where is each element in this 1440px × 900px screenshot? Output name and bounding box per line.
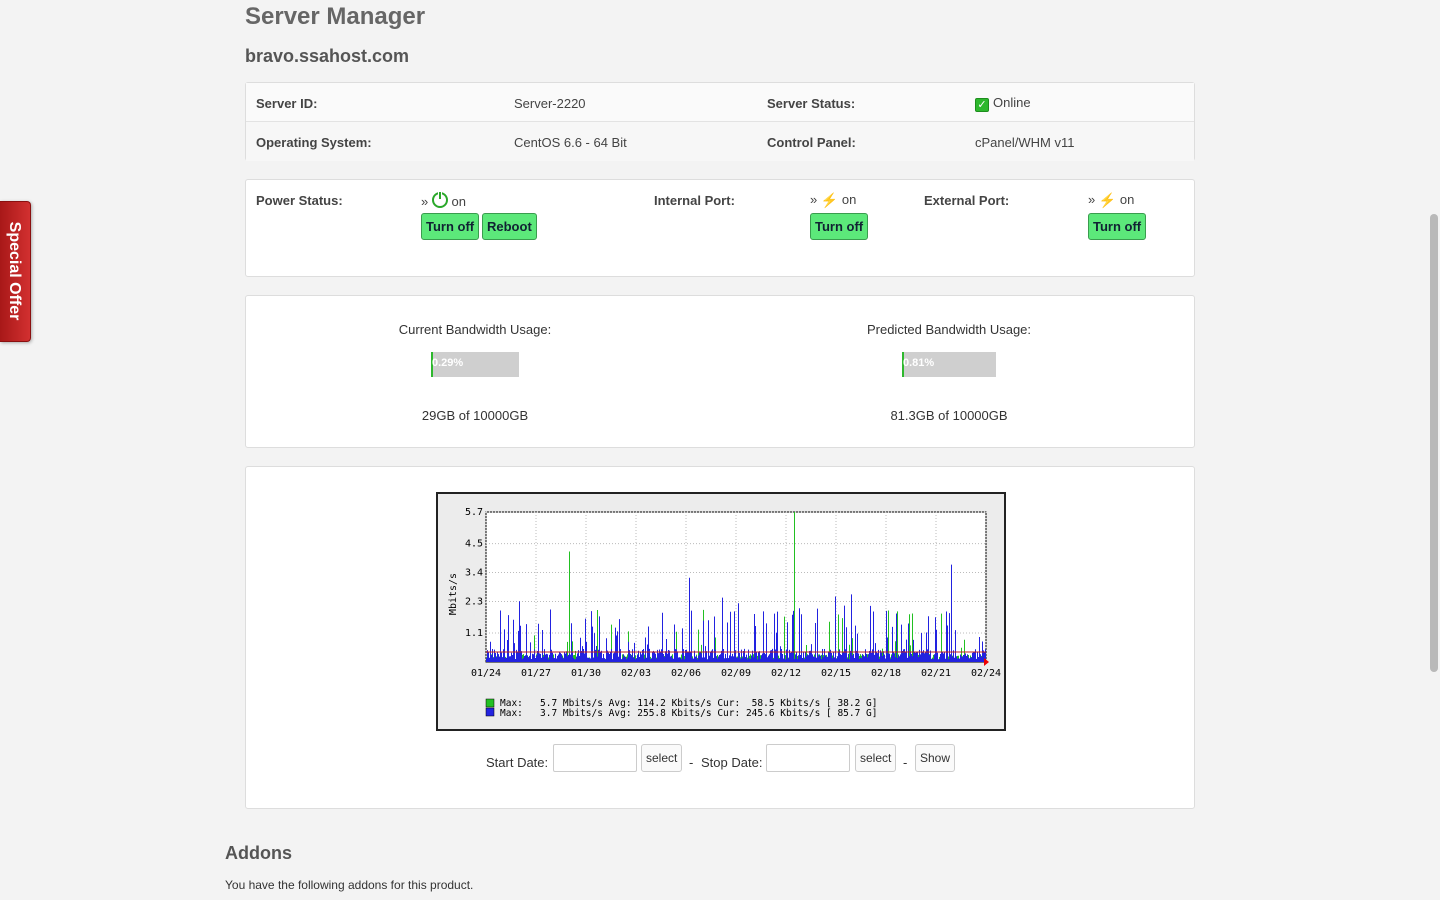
internal-port-label: Internal Port:	[654, 193, 735, 208]
x-tick-label: 02/09	[721, 668, 751, 679]
traffic-chart-svg: 5.7 4.5 3.4 2.3 1.1 01/24 01/27 01/30 02/03 02/06…	[448, 507, 1001, 719]
bullet-marker: »	[1088, 192, 1096, 207]
current-bandwidth-bar: 0.29%	[431, 352, 519, 377]
power-status-label: Power Status:	[256, 193, 343, 208]
bandwidth-panel: Current Bandwidth Usage: 0.29% 29GB of 1…	[245, 295, 1195, 448]
plug-icon: ⚡	[820, 192, 839, 208]
predicted-bandwidth-bar: 0.81%	[902, 352, 996, 377]
power-icon	[431, 191, 448, 208]
stop-date-select-button[interactable]: select	[855, 744, 897, 772]
page-scrollbar[interactable]	[1430, 214, 1438, 672]
traffic-graph: 5.7 4.5 3.4 2.3 1.1 01/24 01/27 01/30 02/03 02/06…	[436, 492, 1006, 731]
start-date-input[interactable]	[553, 744, 637, 772]
y-tick-label: 2.3	[465, 596, 483, 607]
bullet-marker: »	[421, 194, 429, 209]
power-controls-panel: Power Status: » on Turn off Reboot Inter…	[245, 179, 1195, 277]
server-status-label: Server Status:	[767, 96, 856, 111]
special-offer-tab[interactable]: Special Offer	[0, 201, 31, 342]
server-id-value: Server-2220	[514, 96, 586, 111]
start-date-select-button[interactable]: select	[641, 744, 683, 772]
page-title: Server Manager	[245, 3, 426, 30]
legend-swatch-blue	[485, 707, 495, 717]
predicted-bandwidth-percent: 0.81%	[903, 357, 935, 369]
predicted-bandwidth-label: Predicted Bandwidth Usage:	[866, 322, 1032, 337]
legend-swatch-green	[485, 698, 495, 708]
start-date-label: Start Date:	[486, 755, 549, 770]
x-tick-label: 02/03	[621, 668, 651, 679]
legend-entry: Max: 3.7 Mbits/s Avg: 255.8 Kbits/s Cur:…	[500, 708, 878, 719]
x-tick-label: 02/18	[871, 668, 901, 679]
separator: -	[689, 755, 694, 770]
os-label: Operating System:	[256, 135, 372, 150]
power-turn-off-button[interactable]: Turn off	[421, 213, 480, 240]
reboot-button[interactable]: Reboot	[482, 213, 537, 240]
server-status-value: Online	[993, 95, 1031, 110]
current-bandwidth-label: Current Bandwidth Usage:	[398, 322, 552, 337]
y-tick-label: 1.1	[465, 628, 483, 639]
bullet-marker: »	[810, 192, 818, 207]
x-tick-label: 02/24	[971, 668, 1001, 679]
stop-date-label: Stop Date:	[701, 755, 763, 770]
show-graph-button[interactable]: Show	[915, 744, 956, 772]
traffic-graph-panel: 5.7 4.5 3.4 2.3 1.1 01/24 01/27 01/30 02/03 02/06…	[245, 466, 1195, 809]
x-tick-label: 01/30	[571, 668, 601, 679]
server-hostname: bravo.ssahost.com	[245, 46, 410, 66]
addons-description: You have the following addons for this p…	[225, 878, 474, 892]
control-panel-value: cPanel/WHM v11	[975, 135, 1075, 150]
current-bandwidth-percent: 0.29%	[432, 357, 464, 369]
control-panel-label: Control Panel:	[767, 135, 856, 150]
plug-icon: ⚡	[1098, 192, 1117, 208]
os-value: CentOS 6.6 - 64 Bit	[514, 135, 627, 150]
x-tick-label: 01/24	[471, 668, 501, 679]
current-bandwidth-amount: 29GB of 10000GB	[421, 408, 529, 423]
y-tick-label: 4.5	[465, 539, 483, 550]
x-tick-label: 02/06	[671, 668, 701, 679]
y-axis-label: Mbits/s	[448, 573, 459, 615]
server-id-label: Server ID:	[256, 96, 318, 111]
y-tick-label: 3.4	[465, 568, 483, 579]
checkmark-icon: ✓	[975, 98, 989, 112]
stop-date-input[interactable]	[766, 744, 850, 772]
x-tick-label: 02/21	[921, 668, 951, 679]
info-row: Operating System: CentOS 6.6 - 64 Bit Co…	[246, 122, 1194, 161]
internal-port-state: on	[841, 192, 857, 207]
predicted-bandwidth-amount: 81.3GB of 10000GB	[890, 408, 1008, 423]
external-port-turn-off-button[interactable]: Turn off	[1088, 213, 1147, 240]
x-tick-label: 02/12	[771, 668, 801, 679]
separator: -	[903, 755, 908, 770]
external-port-label: External Port:	[924, 193, 1010, 208]
special-offer-label: Special Offer	[6, 221, 23, 321]
internal-port-turn-off-button[interactable]: Turn off	[810, 213, 869, 240]
addons-heading: Addons	[225, 843, 292, 863]
external-port-state: on	[1119, 192, 1135, 207]
info-row: Server ID: Server-2220 Server Status: ✓ O…	[246, 83, 1194, 122]
server-info-table: Server ID: Server-2220 Server Status: ✓ O…	[245, 82, 1195, 161]
x-tick-label: 01/27	[521, 668, 551, 679]
x-tick-label: 02/15	[821, 668, 851, 679]
y-tick-label: 5.7	[465, 507, 483, 518]
power-state: on	[451, 194, 466, 209]
